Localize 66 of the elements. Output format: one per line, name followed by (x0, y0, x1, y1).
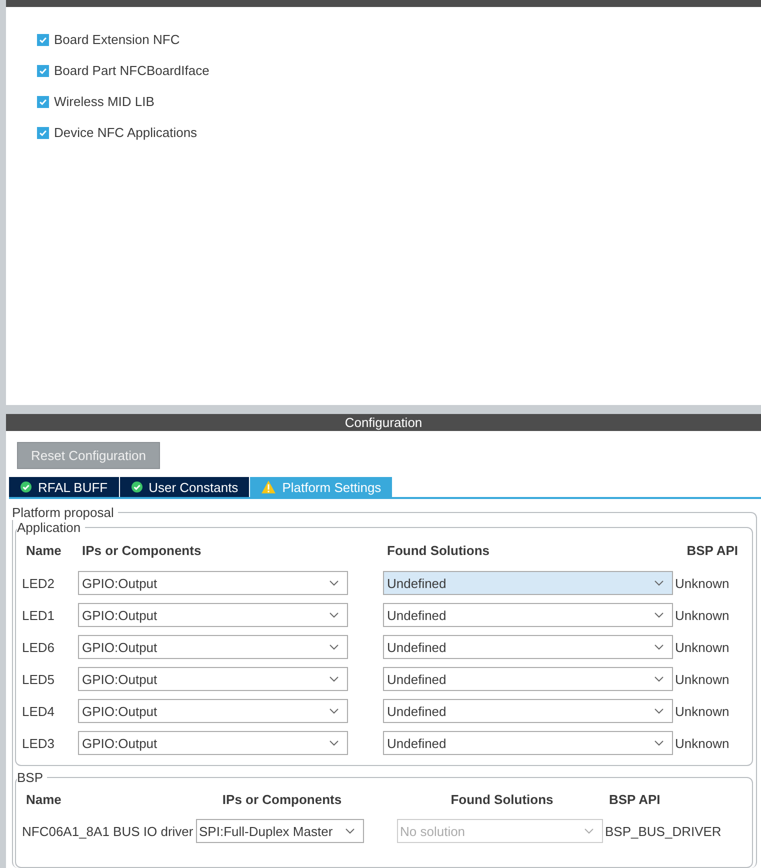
table-cell-text: LED6 (21, 640, 56, 654)
table-cell-text: Unknown (674, 640, 730, 654)
dropdown[interactable]: GPIO:Output (78, 699, 348, 723)
dropdown[interactable]: GPIO:Output (78, 603, 348, 627)
caret-icon (654, 676, 664, 682)
checkbox-label: Board Part NFCBoardIface (54, 62, 210, 80)
table-cell-text: Unknown (674, 704, 730, 718)
check-circle-icon (20, 481, 32, 493)
checkbox-label: Board Extension NFC (54, 31, 180, 49)
warning-icon (261, 480, 276, 494)
checkbox[interactable] (37, 65, 49, 77)
table-cell-text: Unknown (674, 576, 730, 590)
caret-icon (654, 580, 664, 586)
dropdown[interactable]: GPIO:Output (78, 731, 348, 755)
dropdown[interactable]: Undefined (383, 635, 673, 659)
caret-icon (654, 644, 664, 650)
column-header: BSP API (608, 791, 662, 809)
table-cell-text: LED3 (21, 736, 56, 750)
caret-icon (329, 740, 339, 746)
column-header: IPs or Components (221, 791, 342, 809)
dropdown[interactable]: Undefined (383, 603, 673, 627)
caret-icon (329, 708, 339, 714)
dropdown[interactable]: Undefined (383, 731, 673, 755)
checkbox[interactable] (37, 34, 49, 46)
column-header: Found Solutions (450, 791, 554, 809)
table-cell-text: Unknown (674, 736, 730, 750)
column-header: Name (25, 791, 62, 809)
dropdown[interactable]: Undefined (383, 667, 673, 691)
checkbox-label: Wireless MID LIB (54, 93, 154, 111)
caret-icon (345, 828, 355, 834)
caret-icon (329, 676, 339, 682)
checkbox[interactable] (37, 127, 49, 139)
column-header: Name (25, 542, 62, 560)
dropdown[interactable]: Undefined (383, 571, 673, 595)
caret-icon (654, 708, 664, 714)
table-cell-text: LED1 (21, 608, 56, 622)
check-circle-icon (130, 481, 143, 493)
group-title: Application (17, 520, 82, 535)
group-title: BSP (17, 770, 44, 785)
table-cell-text: NFC06A1_8A1 BUS IO driver (21, 824, 194, 838)
dropdown[interactable]: GPIO:Output (78, 667, 348, 691)
table-cell-text: LED4 (21, 704, 56, 718)
group-title: Platform proposal (12, 505, 115, 520)
table-cell-text: Unknown (674, 672, 730, 686)
table-cell-text: BSP_BUS_DRIVER (604, 824, 722, 838)
caret-icon (654, 740, 664, 746)
table-cell-text: LED5 (21, 672, 56, 686)
column-header: Found Solutions (386, 542, 491, 560)
caret-icon (329, 612, 339, 618)
dropdown[interactable]: GPIO:Output (78, 635, 348, 659)
caret-icon (329, 580, 339, 586)
dropdown[interactable]: GPIO:Output (78, 571, 348, 595)
tab[interactable]: User Constants (120, 477, 250, 497)
caret-icon (654, 612, 664, 618)
panel-title: Configuration (344, 415, 422, 430)
column-header: IPs or Components (81, 542, 202, 560)
caret-icon (329, 644, 339, 650)
table-cell-text: Unknown (674, 608, 730, 622)
caret-icon (584, 828, 594, 834)
table-cell-text: LED2 (21, 576, 56, 590)
tab[interactable]: RFAL BUFF (9, 477, 119, 497)
column-header: BSP API (686, 542, 739, 560)
dropdown[interactable]: SPI:Full-Duplex Master (196, 819, 364, 843)
dropdown[interactable]: Undefined (383, 699, 673, 723)
checkbox-label: Device NFC Applications (54, 124, 198, 142)
checkbox[interactable] (37, 96, 49, 108)
